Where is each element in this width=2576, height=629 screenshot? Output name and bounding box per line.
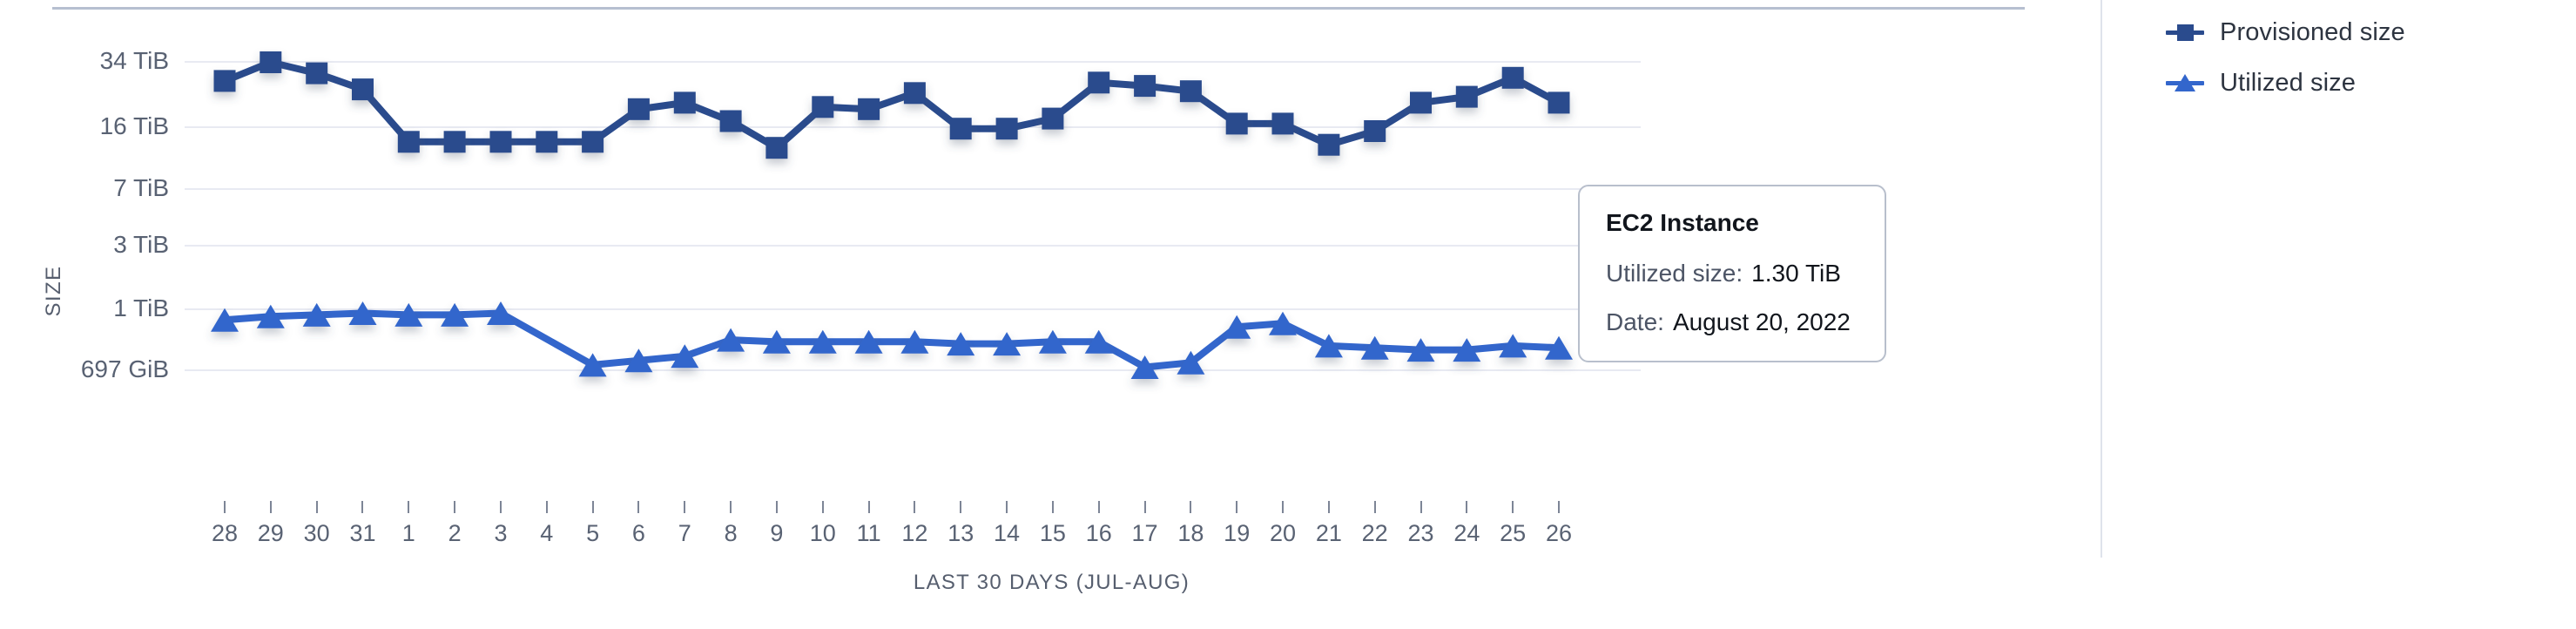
tooltip-date-label: Date:: [1606, 308, 1664, 335]
legend-item-provisioned-size[interactable]: Provisioned size: [2166, 7, 2540, 57]
series-line: [221, 58, 1562, 152]
data-point-square[interactable]: [765, 137, 788, 159]
data-point-square[interactable]: [1179, 80, 1202, 103]
data-point-square[interactable]: [1225, 112, 1248, 135]
legend-item-label: Utilized size: [2220, 68, 2357, 97]
tooltip-date-row: Date: August 20, 2022: [1606, 308, 1858, 336]
data-point-square[interactable]: [1364, 120, 1386, 142]
square-marker-icon: [2166, 24, 2204, 41]
data-point-square[interactable]: [260, 51, 282, 73]
data-point-square[interactable]: [812, 96, 834, 118]
tooltip-date-value: August 20, 2022: [1672, 308, 1851, 335]
data-point-square[interactable]: [536, 131, 558, 153]
data-point-square[interactable]: [1271, 112, 1294, 135]
legend-item-utilized-size[interactable]: Utilized size: [2166, 57, 2540, 108]
triangle-marker-icon: [2166, 74, 2204, 91]
data-point-square[interactable]: [719, 110, 742, 132]
tooltip-metric-value: 1.30 TiB: [1751, 260, 1841, 287]
data-point-square[interactable]: [397, 131, 420, 153]
data-point-square[interactable]: [1318, 133, 1340, 156]
series-utilized-size: [211, 301, 1573, 379]
data-point-square[interactable]: [995, 118, 1018, 140]
data-point-square[interactable]: [213, 70, 236, 92]
tooltip-metric-row: Utilized size: 1.30 TiB: [1606, 260, 1858, 287]
data-point-square[interactable]: [443, 131, 466, 153]
data-point-square[interactable]: [1088, 71, 1110, 94]
data-point-square[interactable]: [582, 131, 604, 153]
data-point-square[interactable]: [352, 78, 374, 101]
series-provisioned-size: [213, 51, 1570, 159]
data-point-square[interactable]: [1501, 66, 1524, 89]
series-line: [221, 309, 1562, 371]
data-point-square[interactable]: [1042, 107, 1064, 130]
data-point-square[interactable]: [306, 62, 328, 85]
data-point-square[interactable]: [1548, 91, 1570, 114]
ebs-size-chart-widget: SIZE LAST 30 DAYS (JUL-AUG) 34 TiB 16 TiB…: [0, 0, 2576, 629]
data-point-square[interactable]: [489, 131, 512, 153]
data-point-square[interactable]: [949, 118, 972, 140]
legend-item-label: Provisioned size: [2220, 17, 2405, 46]
chart-legend: Provisioned size Utilized size: [2166, 7, 2540, 108]
data-point-square[interactable]: [627, 98, 650, 120]
data-point-square[interactable]: [858, 98, 880, 120]
tooltip-title: EC2 Instance: [1606, 209, 1759, 236]
data-point-square[interactable]: [1134, 75, 1157, 98]
data-point-square[interactable]: [1455, 85, 1478, 108]
tooltip-metric-label: Utilized size:: [1606, 260, 1743, 287]
chart-tooltip: EC2 Instance Utilized size: 1.30 TiB Date…: [1578, 185, 1886, 362]
data-point-square[interactable]: [673, 91, 696, 114]
data-point-square[interactable]: [1410, 91, 1432, 114]
data-point-square[interactable]: [903, 82, 926, 105]
